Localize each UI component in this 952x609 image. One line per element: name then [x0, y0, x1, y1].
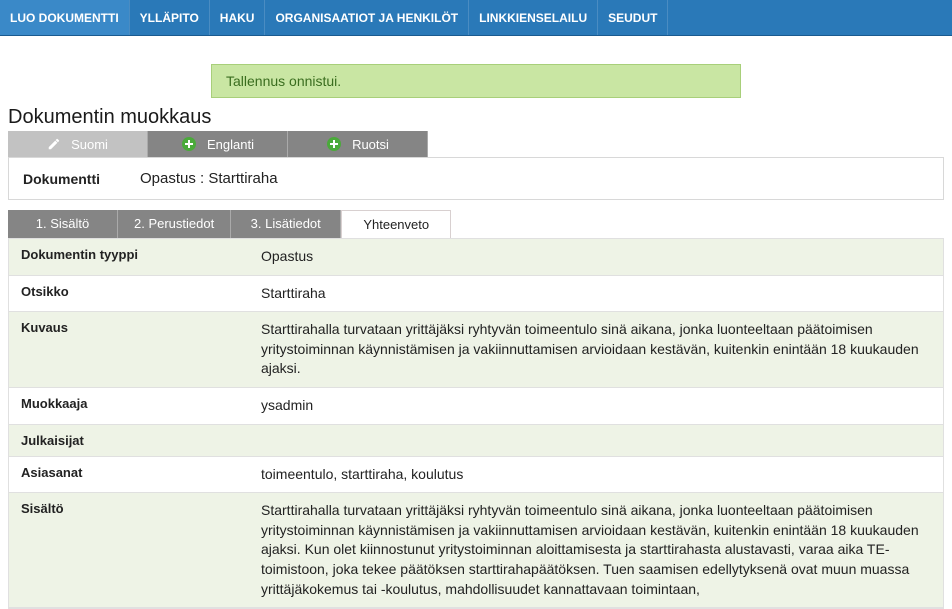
step-tab-perustiedot[interactable]: 2. Perustiedot — [118, 210, 231, 238]
language-tabs: Suomi Englanti Ruotsi — [8, 131, 944, 157]
detail-label: Muokkaaja — [9, 388, 249, 424]
plus-icon — [326, 136, 342, 152]
nav-seudut[interactable]: SEUDUT — [598, 0, 668, 35]
step-tab-lisatiedot[interactable]: 3. Lisätiedot — [231, 210, 341, 238]
detail-value: ysadmin — [249, 388, 325, 424]
document-label: Dokumentti — [23, 171, 100, 187]
success-notice: Tallennus onnistui. — [211, 64, 741, 98]
detail-label: Dokumentin tyyppi — [9, 239, 249, 275]
nav-organisaatiot[interactable]: ORGANISAATIOT JA HENKILÖT — [265, 0, 469, 35]
row-otsikko: Otsikko Starttiraha — [9, 276, 943, 313]
nav-haku[interactable]: HAKU — [210, 0, 266, 35]
page-title: Dokumentin muokkaus — [8, 106, 952, 129]
lang-tab-ruotsi[interactable]: Ruotsi — [288, 131, 428, 157]
notice-wrap: Tallennus onnistui. — [0, 64, 952, 98]
row-julkaisijat: Julkaisijat — [9, 425, 943, 457]
document-value: Opastus : Starttiraha — [140, 170, 278, 187]
top-navigation: LUO DOKUMENTTI YLLÄPITO HAKU ORGANISAATI… — [0, 0, 952, 36]
detail-value: Starttirahalla turvataan yrittäjäksi ryh… — [249, 493, 943, 607]
row-muokkaaja: Muokkaaja ysadmin — [9, 388, 943, 425]
detail-label: Otsikko — [9, 276, 249, 312]
detail-label: Asiasanat — [9, 457, 249, 493]
nav-yllapito[interactable]: YLLÄPITO — [130, 0, 210, 35]
row-sisalto: Sisältö Starttirahalla turvataan yrittäj… — [9, 493, 943, 608]
detail-value — [249, 425, 273, 456]
step-tab-sisalto[interactable]: 1. Sisältö — [8, 210, 118, 238]
detail-value: Opastus — [249, 239, 325, 275]
detail-table: Dokumentin tyyppi Opastus Otsikko Startt… — [8, 238, 944, 609]
row-dokumentin-tyyppi: Dokumentin tyyppi Opastus — [9, 239, 943, 276]
detail-value: Starttirahalla turvataan yrittäjäksi ryh… — [249, 312, 943, 387]
step-tabs: 1. Sisältö 2. Perustiedot 3. Lisätiedot … — [8, 210, 944, 238]
lang-tab-englanti[interactable]: Englanti — [148, 131, 288, 157]
detail-label: Sisältö — [9, 493, 249, 607]
step-tab-yhteenveto[interactable]: Yhteenveto — [341, 210, 451, 238]
document-header: Dokumentti Opastus : Starttiraha — [8, 157, 944, 200]
detail-label: Julkaisijat — [9, 425, 249, 456]
nav-luo-dokumentti[interactable]: LUO DOKUMENTTI — [0, 0, 130, 35]
lang-tab-suomi[interactable]: Suomi — [8, 131, 148, 157]
pencil-icon — [47, 137, 61, 151]
lang-tab-label: Ruotsi — [352, 137, 389, 152]
detail-label: Kuvaus — [9, 312, 249, 387]
row-kuvaus: Kuvaus Starttirahalla turvataan yrittäjä… — [9, 312, 943, 388]
plus-icon — [181, 136, 197, 152]
nav-linkkienselailu[interactable]: LINKKIENSELAILU — [469, 0, 598, 35]
detail-value: Starttiraha — [249, 276, 338, 312]
lang-tab-label: Englanti — [207, 137, 254, 152]
lang-tab-label: Suomi — [71, 137, 108, 152]
row-asiasanat: Asiasanat toimeentulo, starttiraha, koul… — [9, 457, 943, 494]
detail-value: toimeentulo, starttiraha, koulutus — [249, 457, 475, 493]
